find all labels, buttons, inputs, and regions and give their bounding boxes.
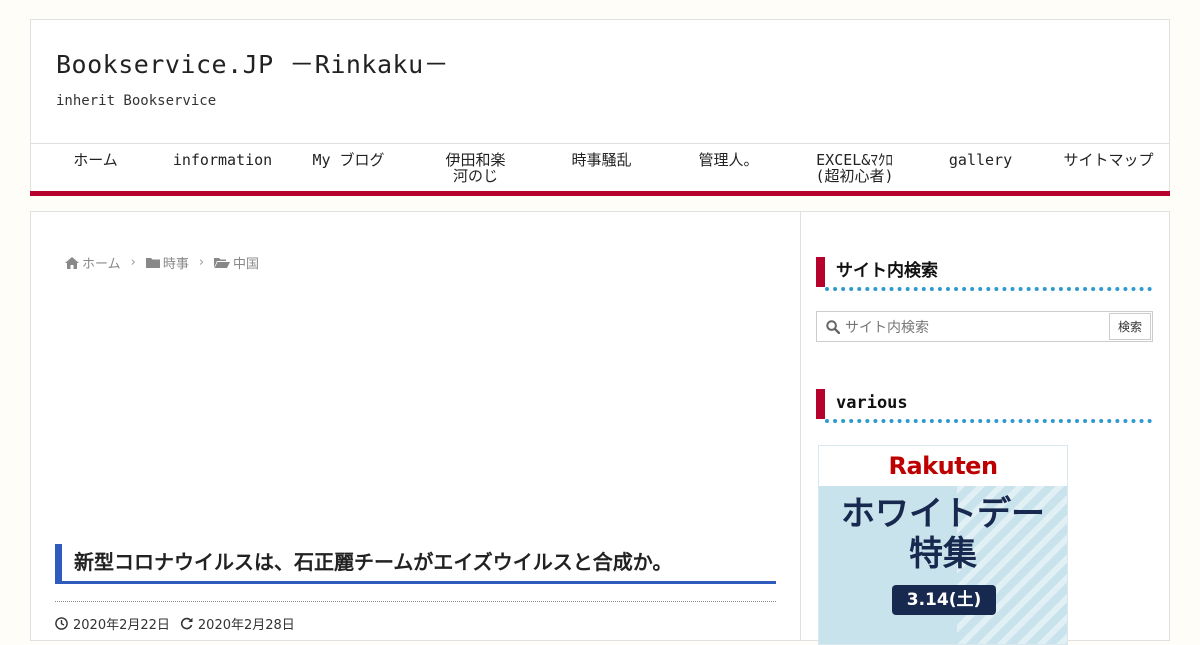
breadcrumb-category[interactable]: 時事 bbox=[145, 253, 189, 272]
site-title[interactable]: Bookservice.JP －Rinkaku－ bbox=[56, 45, 449, 81]
widget-title-search: サイト内検索 bbox=[816, 257, 1152, 291]
main-content: ホーム › 時事 › 中国 新型コロナウイルスは、石正麗チームがエイズウイルスと… bbox=[30, 211, 801, 641]
site-header: Bookservice.JP －Rinkaku－ inherit Bookser… bbox=[30, 19, 1170, 144]
nav-item-label: gallery bbox=[948, 151, 1013, 169]
nav-item-information[interactable]: information bbox=[159, 152, 286, 168]
nav-item-current-affairs[interactable]: 時事騒乱 bbox=[538, 152, 665, 168]
ad-date-badge: 3.14(土) bbox=[892, 585, 996, 615]
nav-item-label: 伊田和楽 bbox=[445, 151, 506, 169]
folder-icon bbox=[145, 258, 160, 268]
home-icon bbox=[65, 256, 79, 269]
post-published: 2020年2月22日 bbox=[55, 614, 170, 633]
main-nav: ホーム information My ブログ 伊田和楽 河のじ 時事騒乱 管理人… bbox=[30, 143, 1170, 191]
rakuten-logo: Rakuten bbox=[888, 452, 998, 480]
nav-item-home[interactable]: ホーム bbox=[32, 152, 159, 168]
nav-item-label: 河のじ bbox=[452, 167, 498, 185]
nav-item-label: 管理人。 bbox=[698, 151, 759, 169]
nav-item-label: My ブログ bbox=[312, 151, 385, 169]
nav-item-ida-waraku[interactable]: 伊田和楽 河のじ bbox=[412, 152, 539, 184]
search-input[interactable] bbox=[843, 314, 1107, 341]
ad-headline-line2: 特集 bbox=[909, 534, 977, 574]
sidebar: サイト内検索 検索 various Rakuten ホワイトデー 特集 3.14… bbox=[801, 211, 1170, 645]
breadcrumb-subcategory[interactable]: 中国 bbox=[214, 253, 259, 272]
ad-headline: ホワイトデー 特集 bbox=[819, 494, 1067, 574]
nav-item-sitemap[interactable]: サイトマップ bbox=[1045, 152, 1172, 168]
search-icon bbox=[826, 319, 841, 338]
nav-item-label: ホーム bbox=[73, 151, 118, 169]
nav-item-label: EXCEL&ﾏｸﾛ bbox=[816, 151, 893, 169]
breadcrumb-subcategory-label: 中国 bbox=[233, 257, 260, 272]
breadcrumb-home[interactable]: ホーム bbox=[65, 253, 121, 272]
search-form: 検索 bbox=[816, 311, 1153, 342]
nav-item-label: 時事騒乱 bbox=[571, 151, 632, 169]
breadcrumb: ホーム › 時事 › 中国 bbox=[65, 253, 259, 272]
search-button[interactable]: 検索 bbox=[1109, 313, 1151, 340]
post-updated-date: 2020年2月28日 bbox=[197, 618, 295, 633]
post-divider bbox=[55, 601, 776, 602]
folder-open-icon bbox=[214, 258, 231, 268]
nav-item-admin[interactable]: 管理人。 bbox=[665, 152, 792, 168]
breadcrumb-home-label: ホーム bbox=[82, 257, 121, 272]
nav-accent-bar bbox=[30, 191, 1170, 196]
breadcrumb-category-label: 時事 bbox=[162, 257, 189, 272]
nav-item-gallery[interactable]: gallery bbox=[917, 152, 1044, 168]
nav-item-label: サイトマップ bbox=[1063, 151, 1154, 169]
widget-title-various: various bbox=[816, 389, 1152, 423]
nav-item-label: information bbox=[172, 151, 273, 169]
refresh-icon bbox=[180, 617, 193, 630]
ad-headline-line1: ホワイトデー bbox=[841, 494, 1045, 534]
post-updated: 2020年2月28日 bbox=[180, 614, 295, 633]
nav-item-label: (超初心者) bbox=[815, 167, 894, 185]
nav-item-my-blog[interactable]: My ブログ bbox=[285, 152, 412, 168]
ad-header: Rakuten bbox=[819, 446, 1067, 486]
post-meta: 2020年2月22日 2020年2月28日 bbox=[55, 614, 295, 633]
chevron-right-icon: › bbox=[130, 255, 136, 270]
site-tagline: inherit Bookservice bbox=[56, 93, 217, 109]
post-title: 新型コロナウイルスは、石正麗チームがエイズウイルスと合成か。 bbox=[55, 544, 776, 584]
post-published-date: 2020年2月22日 bbox=[73, 618, 170, 633]
rakuten-ad-banner[interactable]: Rakuten ホワイトデー 特集 3.14(土) bbox=[818, 445, 1068, 645]
chevron-right-icon: › bbox=[198, 255, 205, 270]
nav-item-excel-macro[interactable]: EXCEL&ﾏｸﾛ (超初心者) bbox=[791, 152, 918, 184]
clock-icon bbox=[55, 617, 68, 630]
